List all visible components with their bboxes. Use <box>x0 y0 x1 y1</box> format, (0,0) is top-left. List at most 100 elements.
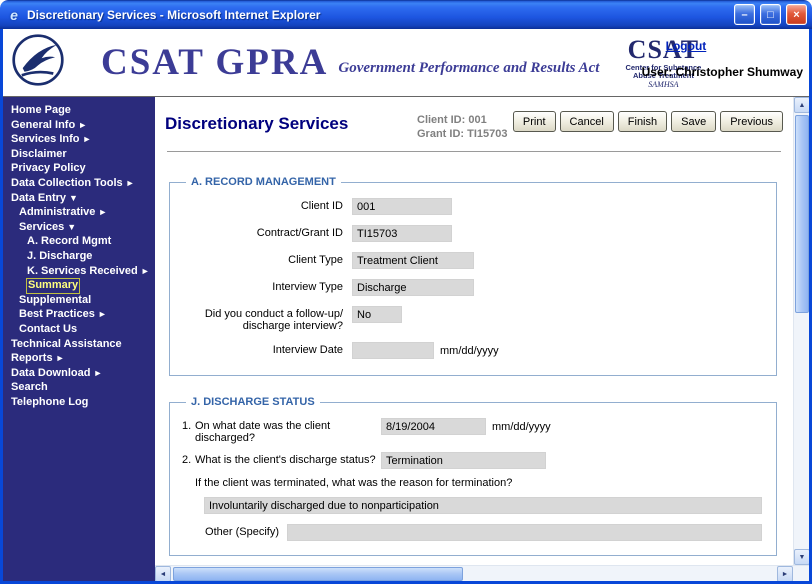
submenu-arrow-icon: ► <box>56 353 65 363</box>
submenu-arrow-icon: ► <box>126 178 135 188</box>
sidebar-item-search[interactable]: Search <box>3 381 155 396</box>
field-row-client-type: Client Type Treatment Client <box>182 252 764 269</box>
question-text: What is the client's discharge status? <box>195 452 381 466</box>
client-id-text: Client ID: 001 <box>417 113 507 127</box>
save-button[interactable]: Save <box>671 111 716 132</box>
sidebar-item-supplemental[interactable]: Supplemental <box>3 294 155 309</box>
other-specify-label: Other (Specify) <box>195 524 287 541</box>
horizontal-scroll-thumb[interactable] <box>173 567 463 581</box>
sidebar-item-services-info[interactable]: Services Info► <box>3 133 155 148</box>
scrollbar-corner <box>793 566 809 581</box>
vertical-scroll-thumb[interactable] <box>795 115 809 313</box>
field-row-followup-interview: Did you conduct a follow-up/ discharge i… <box>182 306 764 332</box>
browser-window: e Discretionary Services - Microsoft Int… <box>0 0 812 584</box>
head-divider <box>167 151 781 152</box>
sidebar-item-general-info[interactable]: General Info► <box>3 119 155 134</box>
app-header: CSAT GPRA Government Performance and Res… <box>3 29 809 97</box>
sidebar-item-telephone-log[interactable]: Telephone Log <box>3 396 155 411</box>
question-number: 1. <box>182 418 195 432</box>
sidebar-item-contact-us[interactable]: Contact Us <box>3 323 155 338</box>
sidebar-item-technical-assistance[interactable]: Technical Assistance <box>3 338 155 353</box>
page-title: Discretionary Services <box>165 109 417 134</box>
close-button[interactable]: × <box>786 4 807 25</box>
sidebar-item-home-page[interactable]: Home Page <box>3 104 155 119</box>
submenu-arrow-icon: ► <box>141 266 150 276</box>
section-record-management: A. RECORD MANAGEMENT Client ID 001 Contr… <box>169 176 777 376</box>
question-text: On what date was the client discharged? <box>195 418 381 444</box>
sidebar-item-data-entry[interactable]: Data Entry▼ <box>3 192 155 207</box>
field-row-contract-grant-id: Contract/Grant ID TI15703 <box>182 225 764 242</box>
window-titlebar[interactable]: e Discretionary Services - Microsoft Int… <box>0 0 812 29</box>
submenu-arrow-icon: ► <box>78 120 87 130</box>
sidebar-item-data-download[interactable]: Data Download► <box>3 367 155 382</box>
interview-type-field: Discharge <box>352 279 474 296</box>
scroll-right-button[interactable]: ► <box>777 566 793 582</box>
finish-button[interactable]: Finish <box>618 111 667 132</box>
grant-id-text: Grant ID: TI15703 <box>417 127 507 141</box>
field-label: Did you conduct a follow-up/ discharge i… <box>182 306 352 332</box>
sidebar-item-summary[interactable]: Summary <box>3 279 155 294</box>
minimize-button[interactable]: – <box>734 4 755 25</box>
client-id-field: 001 <box>352 198 452 215</box>
field-row-client-id: Client ID 001 <box>182 198 764 215</box>
followup-interview-field: No <box>352 306 402 323</box>
submenu-open-arrow-icon: ▼ <box>67 222 76 232</box>
date-format-hint: mm/dd/yyyy <box>440 342 499 357</box>
field-label: Interview Date <box>182 342 352 356</box>
sidebar-item-data-collection-tools[interactable]: Data Collection Tools► <box>3 177 155 192</box>
sidebar-item-services[interactable]: Services▼ <box>3 221 155 236</box>
field-label: Interview Type <box>182 279 352 293</box>
csat-logo-samhsa: SAMHSA <box>625 81 701 89</box>
section-j-legend: J. DISCHARGE STATUS <box>186 396 320 408</box>
scroll-left-button[interactable]: ◄ <box>155 566 171 582</box>
termination-reason-prompt: If the client was terminated, what was t… <box>195 477 764 489</box>
vertical-scroll-track[interactable] <box>794 113 809 549</box>
sidebar-item-best-practices[interactable]: Best Practices► <box>3 308 155 323</box>
main-content: Discretionary Services Client ID: 001 Gr… <box>155 97 793 565</box>
horizontal-scroll-track[interactable] <box>171 566 777 581</box>
print-button[interactable]: Print <box>513 111 556 132</box>
field-label: Client ID <box>182 198 352 212</box>
sidebar-item-discharge[interactable]: J. Discharge <box>3 250 155 265</box>
window-title: Discretionary Services - Microsoft Inter… <box>27 8 729 22</box>
header-user-block: Logout User: Christopher Shumway <box>642 37 803 79</box>
sidebar-item-reports[interactable]: Reports► <box>3 352 155 367</box>
previous-button[interactable]: Previous <box>720 111 783 132</box>
date-format-hint: mm/dd/yyyy <box>492 418 551 433</box>
toolbar: Print Cancel Finish Save Previous <box>513 109 783 132</box>
termination-reason-row: Involuntarily discharged due to nonparti… <box>204 497 762 514</box>
other-specify-row: Other (Specify) <box>195 524 762 541</box>
section-a-legend: A. RECORD MANAGEMENT <box>186 176 341 188</box>
logout-link[interactable]: Logout <box>666 39 707 53</box>
field-label: Client Type <box>182 252 352 266</box>
sidebar-item-disclaimer[interactable]: Disclaimer <box>3 148 155 163</box>
hhs-logo-icon <box>11 33 65 92</box>
cancel-button[interactable]: Cancel <box>560 111 614 132</box>
field-label: Contract/Grant ID <box>182 225 352 239</box>
sidebar-item-record-mgmt[interactable]: A. Record Mgmt <box>3 235 155 250</box>
brand-block: CSAT GPRA Government Performance and Res… <box>101 44 599 82</box>
scroll-down-button[interactable]: ▼ <box>794 549 810 565</box>
page-head: Discretionary Services Client ID: 001 Gr… <box>165 109 783 141</box>
question-discharge-date: 1. On what date was the client discharge… <box>182 418 764 444</box>
sidebar-item-privacy-policy[interactable]: Privacy Policy <box>3 162 155 177</box>
client-grant-ids: Client ID: 001 Grant ID: TI15703 <box>417 109 507 141</box>
discharge-date-field: 8/19/2004 <box>381 418 486 435</box>
submenu-arrow-icon: ► <box>98 309 107 319</box>
submenu-open-arrow-icon: ▼ <box>69 193 78 203</box>
submenu-arrow-icon: ► <box>93 368 102 378</box>
submenu-arrow-icon: ► <box>82 134 91 144</box>
other-specify-field <box>287 524 762 541</box>
sidebar-item-services-received[interactable]: K. Services Received► <box>3 265 155 280</box>
discharge-status-field: Termination <box>381 452 546 469</box>
sidebar-item-administrative[interactable]: Administrative► <box>3 206 155 221</box>
vertical-scrollbar[interactable]: ▲ ▼ <box>793 97 809 565</box>
field-row-interview-date: Interview Date mm/dd/yyyy <box>182 342 764 359</box>
interview-date-field <box>352 342 434 359</box>
maximize-button[interactable]: □ <box>760 4 781 25</box>
termination-reason-field: Involuntarily discharged due to nonparti… <box>204 497 762 514</box>
horizontal-scrollbar[interactable]: ◄ ► <box>155 565 809 581</box>
question-number: 2. <box>182 452 195 466</box>
question-discharge-status: 2. What is the client's discharge status… <box>182 452 764 469</box>
scroll-up-button[interactable]: ▲ <box>794 97 810 113</box>
